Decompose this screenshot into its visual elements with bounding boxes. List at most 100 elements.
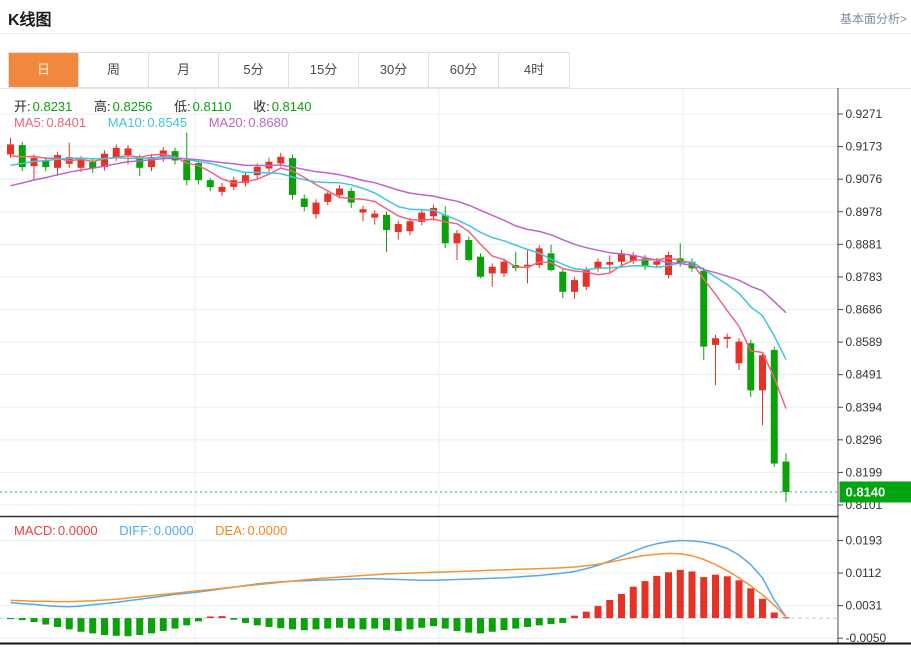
close-value: 0.8140 — [271, 99, 312, 114]
macd-bar — [653, 575, 661, 619]
macd-bar — [300, 618, 308, 631]
candle — [218, 182, 226, 197]
ma10-value: 0.8545 — [147, 115, 188, 130]
macd-bar — [488, 618, 496, 632]
candle — [359, 205, 367, 222]
dea-value: 0.0000 — [247, 523, 288, 538]
candle — [606, 255, 614, 273]
macd-label: MACD: — [14, 523, 56, 538]
macd-bar — [629, 586, 637, 619]
y-axis-label: 0.8199 — [846, 465, 883, 479]
high-value: 0.8256 — [112, 99, 153, 114]
macd-bar — [782, 617, 790, 619]
macd-bar — [265, 618, 273, 627]
candle — [770, 346, 778, 467]
candle — [712, 334, 719, 386]
candle — [477, 253, 484, 279]
macd-bar — [30, 618, 38, 623]
candle — [383, 211, 390, 253]
candle — [206, 177, 214, 192]
macd-bar — [441, 618, 449, 629]
candle — [54, 151, 61, 176]
candle — [7, 137, 14, 158]
macd-bar — [124, 618, 132, 637]
macd-bar — [230, 618, 238, 620]
macd-bar — [524, 618, 531, 627]
diff-value: 0.0000 — [153, 523, 194, 538]
macd-bar — [195, 618, 202, 622]
macd-bar — [206, 616, 214, 619]
candle — [618, 250, 625, 266]
low-label: 低: — [174, 99, 191, 114]
macd-bar — [477, 618, 484, 634]
macd-bar — [547, 618, 555, 625]
macd-value: 0.0000 — [57, 523, 98, 538]
candle — [42, 157, 50, 172]
candle — [394, 220, 402, 240]
macd-bar — [747, 588, 755, 619]
macd-bar — [347, 618, 355, 629]
candle — [723, 333, 731, 349]
macd-legend: MACD: 0.0000 DIFF: 0.0000 DEA: 0.0000 — [14, 523, 289, 538]
macd-bar — [136, 618, 144, 635]
candle — [300, 194, 308, 212]
macd-bar — [512, 618, 520, 629]
candle — [535, 245, 543, 269]
macd-bar — [394, 618, 402, 631]
macd-bar — [735, 580, 743, 619]
macd-bar — [159, 618, 167, 631]
macd-bar — [594, 606, 602, 619]
macd-bar — [171, 618, 179, 629]
macd-bar — [324, 618, 332, 629]
ma20-label: MA20: — [208, 115, 247, 130]
macd-bar — [77, 618, 85, 632]
macd-bar — [7, 618, 14, 620]
open-label: 开: — [14, 99, 31, 114]
macd-bar — [101, 618, 108, 635]
ma-legend: MA5: 0.8401 MA10: 0.8545 MA20: 0.8680 — [14, 115, 290, 130]
low-value: 0.8110 — [192, 99, 232, 114]
macd-bar — [676, 569, 684, 619]
macd-bar — [500, 618, 508, 631]
candle — [148, 153, 155, 172]
y-axis-label: 0.8394 — [846, 400, 883, 414]
macd-axis-label: 0.0112 — [846, 566, 882, 580]
candle — [453, 229, 461, 261]
macd-bar — [371, 618, 379, 629]
macd-bar — [89, 618, 97, 634]
candle — [242, 171, 249, 187]
ma20-value: 0.8680 — [248, 115, 289, 130]
ma5-value: 0.8401 — [46, 115, 87, 130]
candle — [430, 204, 437, 221]
macd-bar — [289, 618, 296, 630]
macd-bar — [759, 598, 766, 619]
candle — [406, 217, 414, 236]
macd-bar — [112, 618, 120, 636]
y-axis-label: 0.8783 — [846, 270, 883, 284]
candle — [559, 268, 567, 299]
y-axis-label: 0.8296 — [846, 433, 883, 447]
dea-label: DEA: — [215, 523, 246, 538]
macd-bar — [148, 618, 155, 634]
candle — [30, 154, 38, 181]
macd-bar — [712, 574, 719, 619]
y-axis-label: 0.8978 — [846, 205, 883, 219]
close-label: 收: — [253, 99, 270, 114]
macd-bar — [336, 618, 343, 628]
macd-bar — [242, 618, 249, 623]
y-axis-label: 0.9076 — [846, 172, 883, 186]
candle — [735, 338, 743, 370]
macd-axis-label: 0.0031 — [846, 599, 883, 613]
y-axis-label: 0.9173 — [846, 140, 883, 154]
candle — [371, 210, 379, 225]
macd-axis-label: 0.0193 — [846, 534, 883, 548]
candle — [441, 206, 449, 249]
macd-bar — [218, 616, 226, 619]
candle — [747, 339, 755, 398]
macd-bar — [54, 618, 61, 627]
y-axis-label: 0.8686 — [846, 303, 883, 317]
ma5-label: MA5: — [14, 115, 45, 130]
candle — [347, 187, 355, 208]
macd-bar — [430, 618, 437, 627]
macd-bar — [453, 618, 461, 631]
